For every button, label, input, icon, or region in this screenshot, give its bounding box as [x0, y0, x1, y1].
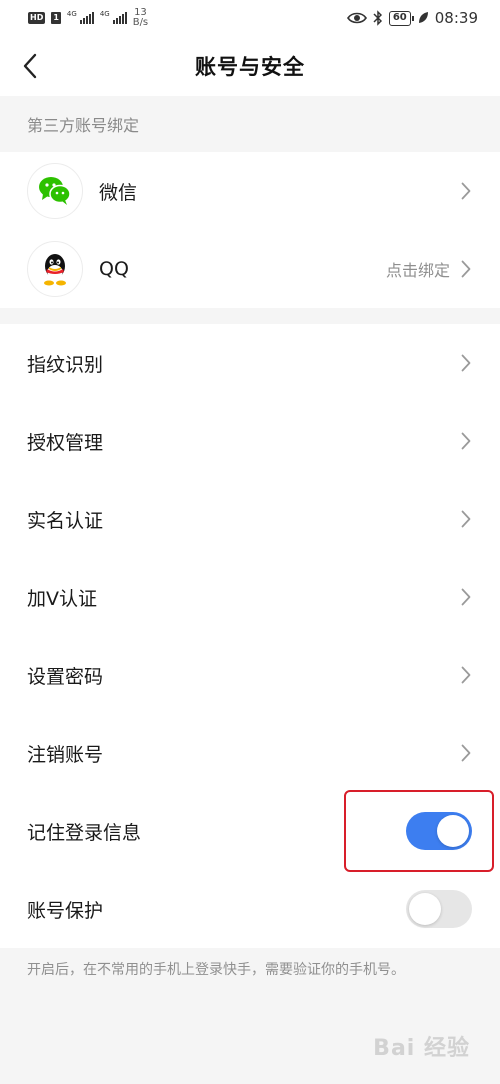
status-time: 08:39	[434, 9, 478, 27]
network-speed: 13 B/s	[133, 8, 148, 28]
chevron-right-icon	[460, 432, 472, 450]
leaf-icon	[418, 12, 428, 23]
list-item-real-name[interactable]: 实名认证	[0, 480, 500, 558]
toggle-label: 记住登录信息	[27, 821, 142, 844]
sim-badge: 1	[51, 12, 61, 24]
status-right: 60 08:39	[346, 9, 478, 27]
bluetooth-icon	[373, 10, 382, 26]
list-item-set-password[interactable]: 设置密码	[0, 636, 500, 714]
wechat-icon	[27, 163, 83, 219]
network-type-1: 4G	[66, 9, 77, 18]
settings-item-label: 授权管理	[27, 431, 104, 454]
list-item-v-verification[interactable]: 加V认证	[0, 558, 500, 636]
status-bar: HD 1 4G 4G 13 B/s 60 08:39	[0, 0, 500, 36]
list-item-wechat[interactable]: 微信	[0, 152, 500, 230]
settings-item-label: 加V认证	[27, 587, 97, 610]
hd-badge: HD	[28, 12, 46, 24]
list-item-cancel-account[interactable]: 注销账号	[0, 714, 500, 792]
remember-login-toggle[interactable]	[406, 812, 472, 850]
wechat-label: 微信	[99, 181, 138, 204]
chevron-right-icon	[460, 588, 472, 606]
chevron-right-icon	[460, 510, 472, 528]
signal-icon	[112, 12, 127, 24]
chevron-right-icon	[460, 354, 472, 372]
footnote-text: 开启后，在不常用的手机上登录快手，需要验证你的手机号。	[27, 962, 405, 978]
qq-bind-status: 点击绑定	[385, 261, 450, 280]
chevron-right-icon	[460, 182, 472, 200]
signal-icon	[79, 12, 94, 24]
list-item-authorization[interactable]: 授权管理	[0, 402, 500, 480]
chevron-left-icon	[23, 53, 37, 79]
page-title: 账号与安全	[195, 55, 305, 79]
section-header-third-party: 第三方账号绑定	[0, 96, 500, 152]
qq-icon	[27, 241, 83, 297]
qq-label: QQ	[99, 258, 129, 280]
speed-unit: B/s	[132, 17, 149, 28]
chevron-right-icon	[460, 744, 472, 762]
chevron-right-icon	[460, 666, 472, 684]
settings-item-label: 指纹识别	[27, 353, 104, 376]
back-button[interactable]	[14, 50, 46, 82]
toggle-label: 账号保护	[27, 899, 104, 922]
list-item-remember-login: 记住登录信息	[0, 792, 500, 870]
list-item-qq[interactable]: QQ 点击绑定	[0, 230, 500, 308]
nav-bar: 账号与安全	[0, 36, 500, 96]
third-party-group: 微信 QQ 点击绑定	[0, 152, 500, 308]
account-protection-toggle[interactable]	[406, 890, 472, 928]
network-type-2: 4G	[99, 9, 110, 18]
settings-item-label: 注销账号	[27, 743, 104, 766]
toggle-knob	[409, 893, 441, 925]
list-item-fingerprint[interactable]: 指纹识别	[0, 324, 500, 402]
settings-item-label: 实名认证	[27, 509, 104, 532]
list-item-account-protection: 账号保护	[0, 870, 500, 948]
chevron-right-icon	[460, 260, 472, 278]
settings-item-label: 设置密码	[27, 665, 104, 688]
watermark-text: Bai 经验	[373, 1036, 470, 1061]
watermark-logo: Bai 经验	[373, 1030, 470, 1062]
settings-group: 指纹识别 授权管理 实名认证 加V认证 设置密码 注销账号 记住登录信息 账号保…	[0, 324, 500, 948]
battery-icon: 60	[388, 10, 414, 26]
status-left: HD 1 4G 4G 13 B/s	[28, 8, 148, 28]
toggle-knob	[437, 815, 469, 847]
eye-icon	[346, 12, 367, 24]
